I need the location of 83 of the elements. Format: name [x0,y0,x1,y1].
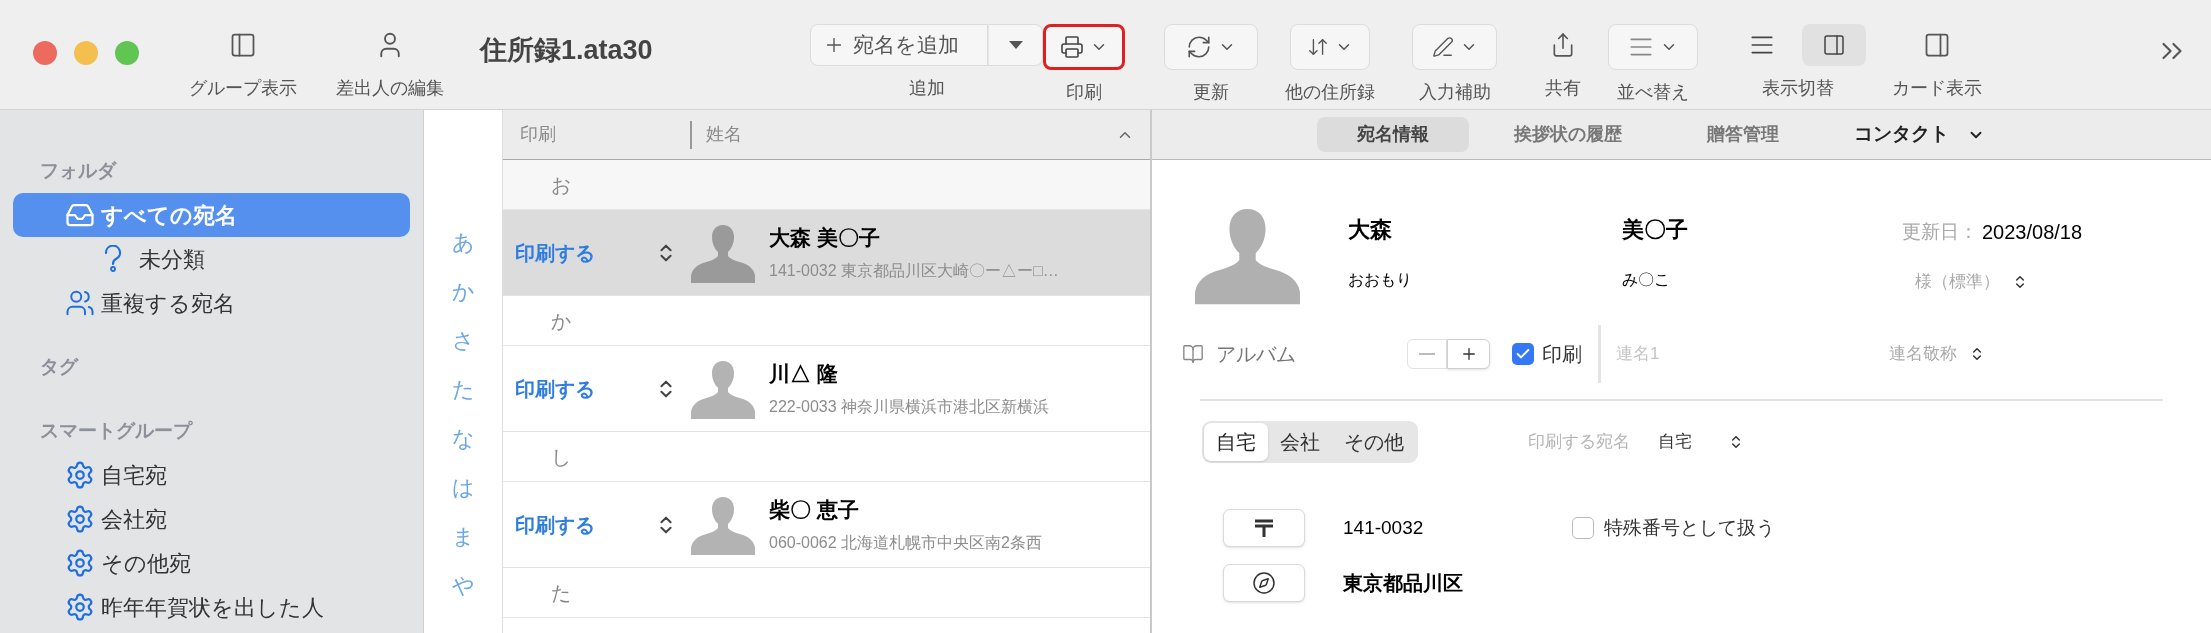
gear-icon [65,504,95,534]
toolbar-label: 他の住所録 [1285,81,1375,104]
toolbar-label: 印刷 [1066,81,1102,104]
pen-icon [1431,36,1454,58]
avatar-silhouette [691,494,755,555]
sidebar-item[interactable]: 昨年年賀状を出した人 [13,585,410,629]
toolbar-label: 並べ替え [1617,81,1689,104]
minus-icon [1419,353,1435,355]
family-name-reading[interactable]: おおもり [1348,268,1622,292]
sidebar-icon [229,31,257,59]
sidebar-item[interactable]: 会社宛 [13,497,410,541]
sidebar-item[interactable]: 重複する宛名 [13,281,410,325]
sidebar-item[interactable]: 自宅宛 [13,453,410,497]
print-status[interactable]: 印刷する [503,509,655,540]
tab[interactable]: 挨拶状の履歴 [1474,117,1662,152]
address-line[interactable]: 東京都品川区 [1343,568,1463,598]
postal-code[interactable]: 141-0032 [1343,513,1572,543]
postal-mark-button[interactable] [1223,509,1305,547]
address-type-tab[interactable]: 自宅 [1204,423,1268,461]
given-name-reading[interactable]: み〇こ [1622,268,1902,292]
arrows-icon [1307,36,1329,58]
album-label[interactable]: アルバム [1216,339,1296,369]
special-number-label: 特殊番号として扱う [1604,515,1775,540]
detail-view-icon [1822,33,1846,57]
toolbar-label: 表示切替 [1762,77,1834,100]
people-icon [65,288,95,318]
print-address-select[interactable]: 自宅 [1658,429,1728,455]
tab[interactable]: 宛名情報 [1317,117,1469,152]
contact-menu[interactable]: コンタクト [1854,120,1985,149]
gear-icon [65,548,95,578]
book-icon [1182,343,1204,365]
close-window-button[interactable] [33,40,57,65]
sidebar-item[interactable]: 未分類 [13,237,410,281]
tab[interactable]: 贈答管理 [1667,117,1819,152]
add-recipient-button[interactable]: 宛名を追加 [810,24,988,66]
card-panel-icon [1923,31,1951,59]
gear-icon [65,592,95,622]
given-name[interactable]: 美〇子 [1622,213,1902,246]
avatar-silhouette [691,222,755,283]
group-heading: た [551,580,571,606]
toolbar-label: グループ表示 [189,77,297,100]
print-label: 印刷 [1542,342,1582,367]
compass-icon [1252,571,1276,595]
joint-name-field[interactable]: 連名1 [1616,341,1876,367]
updated-label: 更新日： [1902,219,1978,244]
print-address-label: 印刷する宛名 [1528,431,1630,454]
contact-address: 222-0033 神奈川県横浜市港北区新横浜 [769,397,1050,418]
print-status[interactable]: 印刷する [503,373,655,404]
toolbar-label: カード表示 [1892,77,1982,100]
sidebar-item[interactable]: その他宛 [13,541,410,585]
sidebar-heading: フォルダ [40,158,116,183]
contact-address: 060-0062 北海道札幌市中央区南2条西 [769,533,1042,554]
contact-name: 大森 美〇子 [769,224,881,251]
add-button[interactable] [1447,339,1490,369]
printer-icon [1060,35,1084,59]
address-type-tab[interactable]: 会社 [1268,423,1332,461]
dropdown-button[interactable] [1043,24,1125,70]
sidebar-heading: タグ [40,354,78,379]
contact-name: 柴〇 恵子 [769,496,860,523]
sidebar-heading: スマートグループ [40,418,192,443]
group-heading: し [551,444,571,470]
toolbar-label: 追加 [908,77,945,100]
address-type-tab[interactable]: その他 [1332,423,1416,461]
avatar-silhouette [691,358,755,419]
refresh-icon [1186,34,1212,60]
contact-name: 川△ 隆 [769,360,839,387]
group-heading: お [551,172,571,198]
toolbar-label: 入力補助 [1418,81,1491,104]
family-name[interactable]: 大森 [1348,213,1622,246]
view-toggle-button[interactable] [1802,24,1866,66]
question-mark-icon [103,245,123,273]
postal-mark-icon [1254,519,1274,537]
gear-icon [65,460,95,490]
triangle-down-icon [1007,40,1024,50]
updated-date: 2023/08/18 [1982,220,2083,245]
window-title: 住所録1.ata30 [480,34,653,68]
checkbox[interactable] [1572,517,1594,539]
map-button[interactable] [1223,564,1305,602]
toolbar-label: 差出人の編集 [336,77,444,100]
toolbar-label: 更新 [1193,81,1229,104]
checkbox[interactable] [1512,343,1534,365]
group-heading: か [551,308,571,334]
toolbar-label: 共有 [1545,77,1581,100]
